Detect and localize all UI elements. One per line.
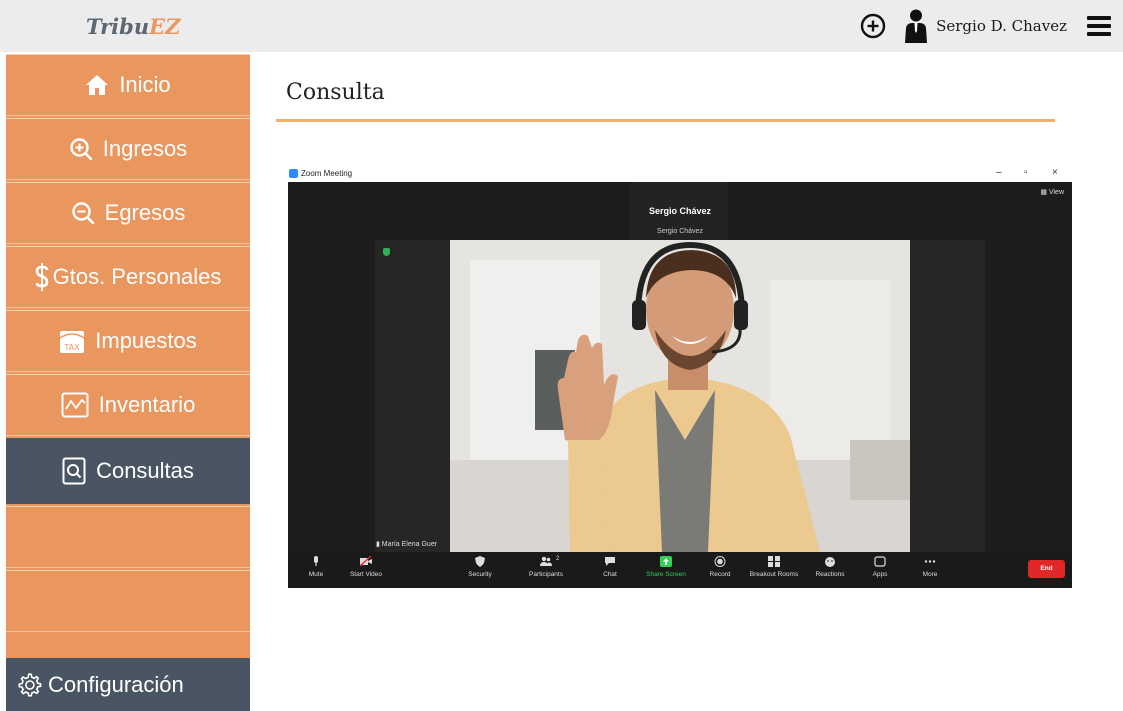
- security-shield-icon: [383, 248, 390, 256]
- sidebar-item-consultas[interactable]: Consultas: [6, 438, 250, 504]
- top-bar: TribuEZ Sergio D. Chavez: [0, 0, 1123, 52]
- apps-icon: [874, 556, 886, 567]
- sidebar-item-label: Configuración: [48, 671, 184, 697]
- tax-icon: TAX: [59, 331, 85, 353]
- start-video-label: Start Video: [349, 571, 383, 578]
- sidebar-item-inventario[interactable]: Inventario: [6, 374, 250, 436]
- microphone-icon: [314, 556, 318, 566]
- sidebar-item-ingresos[interactable]: Ingresos: [6, 118, 250, 180]
- zoom-in-icon: [70, 138, 93, 161]
- add-circle-icon[interactable]: [860, 13, 886, 39]
- sidebar-item-label: Inventario: [98, 392, 196, 417]
- sidebar-item-gtos-personales[interactable]: Gtos. Personales: [6, 246, 250, 308]
- sidebar-item-label: Ingresos: [102, 136, 188, 161]
- breakout-rooms-label: Breakout Rooms: [749, 571, 799, 578]
- chat-label: Chat: [603, 571, 617, 578]
- sidebar-item-label: Consultas: [96, 458, 194, 483]
- mute-label: Mute: [308, 571, 324, 578]
- end-meeting-button[interactable]: End: [1028, 560, 1065, 578]
- view-label: View: [1048, 189, 1064, 196]
- chat-icon: [605, 557, 615, 566]
- participant-name-label: ▮ María Elena Guer: [376, 541, 438, 548]
- svg-text:TAX: TAX: [64, 343, 81, 352]
- home-icon: [86, 75, 109, 95]
- zoom-logo-icon: [289, 169, 298, 178]
- sidebar-item-label: Gtos. Personales: [52, 264, 222, 289]
- sidebar-item-impuestos[interactable]: TAX Impuestos: [6, 310, 250, 372]
- title-divider: [276, 119, 1055, 122]
- brand-name-part1: Tribu: [86, 14, 150, 39]
- zoom-window-title: Zoom Meeting: [301, 169, 353, 178]
- user-avatar-icon[interactable]: [904, 9, 928, 43]
- reactions-label: Reactions: [815, 571, 845, 578]
- more-button[interactable]: More: [900, 556, 960, 578]
- record-icon: [714, 556, 726, 567]
- participants-label: Participants: [529, 571, 563, 578]
- start-video-button[interactable]: Start Video: [336, 556, 396, 578]
- breakout-rooms-icon: [768, 556, 780, 567]
- restore-icon[interactable]: ▫: [1024, 167, 1028, 178]
- close-icon[interactable]: ×: [1052, 167, 1058, 178]
- sidebar-item-label: Inicio: [119, 72, 171, 97]
- view-button[interactable]: ▦ View: [1040, 188, 1064, 196]
- breakout-rooms-button[interactable]: Breakout Rooms: [744, 556, 804, 578]
- participant-video[interactable]: [450, 240, 910, 552]
- participants-button[interactable]: Participants 2: [516, 556, 576, 578]
- participants-icon: [540, 556, 552, 566]
- record-label: Record: [709, 571, 731, 578]
- menu-icon[interactable]: [1087, 16, 1111, 36]
- brand-logo[interactable]: TribuEZ: [86, 14, 180, 39]
- shield-icon: [475, 556, 485, 567]
- sidebar: Inicio Ingresos Egresos Gtos. Personales…: [6, 54, 250, 711]
- sidebar-empty-slot: [6, 506, 250, 568]
- zoom-window-titlebar: Zoom Meeting – ▫ ×: [288, 166, 1072, 182]
- zoom-toolbar: Mute Start Video Security Participants 2…: [288, 552, 1072, 588]
- apps-label: Apps: [872, 571, 888, 578]
- more-dots-icon: [924, 560, 936, 563]
- zoom-out-icon: [71, 202, 94, 225]
- active-speaker-caption: Sergio Chávez: [657, 228, 703, 235]
- gear-icon: [18, 672, 42, 697]
- right-video-strip: [910, 240, 985, 552]
- sidebar-item-egresos[interactable]: Egresos: [6, 182, 250, 244]
- user-name[interactable]: Sergio D. Chavez: [936, 17, 1067, 35]
- security-button[interactable]: Security: [450, 556, 510, 578]
- sidebar-item-configuracion[interactable]: Configuración: [6, 658, 250, 711]
- video-off-icon: [360, 556, 372, 567]
- zoom-meeting-window: Sergio Chávez Sergio Chávez ▦ View ▮ Mar…: [288, 182, 1072, 588]
- active-speaker-name: Sergio Chávez: [648, 206, 712, 216]
- brand-name-part2: EZ: [149, 14, 181, 39]
- participants-count: 2: [556, 556, 560, 562]
- sidebar-item-inicio[interactable]: Inicio: [6, 54, 250, 116]
- share-screen-button[interactable]: Share Screen: [636, 556, 696, 578]
- share-screen-label: Share Screen: [646, 571, 686, 578]
- chat-button[interactable]: Chat: [580, 556, 640, 578]
- video-frame-image: [450, 240, 910, 552]
- consult-icon: [62, 457, 86, 485]
- more-label: More: [922, 571, 938, 578]
- left-video-strip: [375, 240, 450, 552]
- page-title: Consulta: [286, 80, 385, 105]
- chart-icon: [61, 392, 89, 418]
- sidebar-item-label: Egresos: [104, 200, 186, 225]
- share-screen-icon: [660, 556, 672, 567]
- participant-name-text: María Elena Guer: [381, 541, 438, 548]
- sidebar-empty-slot: [6, 570, 250, 632]
- record-button[interactable]: Record: [690, 556, 750, 578]
- minimize-icon[interactable]: –: [996, 167, 1002, 178]
- security-label: Security: [468, 571, 492, 578]
- sidebar-item-label: Impuestos: [95, 328, 197, 353]
- dollar-icon: [35, 263, 48, 291]
- reactions-icon: [825, 557, 835, 567]
